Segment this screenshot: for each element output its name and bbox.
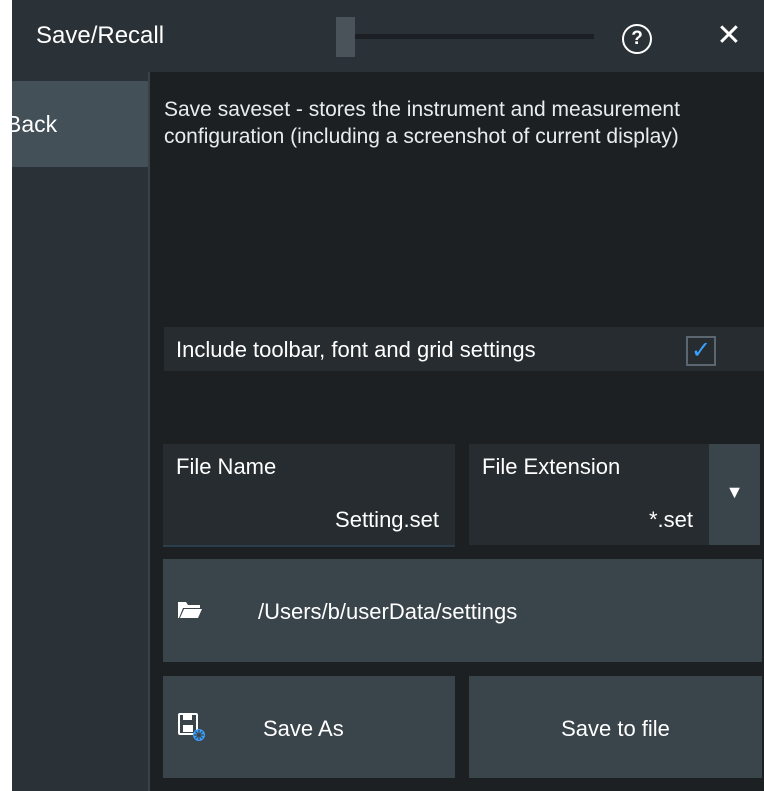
save-description: Save saveset - stores the instrument and… xyxy=(164,98,680,148)
file-extension-field[interactable]: File Extension *.set xyxy=(469,444,709,545)
file-name-field[interactable]: File Name Setting.set xyxy=(163,444,455,547)
save-as-icon xyxy=(178,713,205,741)
save-to-file-label: Save to file xyxy=(561,716,670,741)
folder-path-button[interactable]: /Users/b/userData/settings xyxy=(163,559,762,662)
help-icon[interactable]: ? xyxy=(622,24,652,54)
close-icon[interactable]: ✕ xyxy=(714,18,744,54)
sidebar-divider xyxy=(148,72,150,791)
dialog-title: Save/Recall xyxy=(36,22,165,49)
back-button[interactable]: Back xyxy=(12,81,148,167)
file-extension-value: *.set xyxy=(648,507,693,532)
save-as-button[interactable]: Save As xyxy=(163,676,455,778)
save-recall-dialog: Save/Recall ? ✕ Back Save saveset - stor… xyxy=(12,0,764,791)
transparency-slider-handle[interactable] xyxy=(336,17,355,57)
chevron-down-icon: ▼ xyxy=(725,482,744,502)
folder-icon xyxy=(178,602,202,618)
save-to-file-button[interactable]: Save to file xyxy=(469,676,762,778)
include-settings-label: Include toolbar, font and grid settings xyxy=(176,337,536,362)
file-extension-dropdown-button[interactable]: ▼ xyxy=(709,444,760,545)
include-settings-checkbox[interactable]: ✓ xyxy=(686,336,716,366)
title-bar[interactable]: Save/Recall ? ✕ xyxy=(12,0,764,72)
transparency-slider-track[interactable] xyxy=(352,34,594,39)
sidebar: Back xyxy=(12,72,148,791)
file-name-title: File Name xyxy=(176,454,277,479)
save-as-label: Save As xyxy=(263,716,344,741)
folder-path-label: /Users/b/userData/settings xyxy=(258,599,518,624)
include-settings-row[interactable]: Include toolbar, font and grid settings … xyxy=(164,327,764,371)
file-name-value: Setting.set xyxy=(335,507,439,532)
file-extension-title: File Extension xyxy=(482,454,621,479)
back-button-label: Back xyxy=(12,111,58,137)
